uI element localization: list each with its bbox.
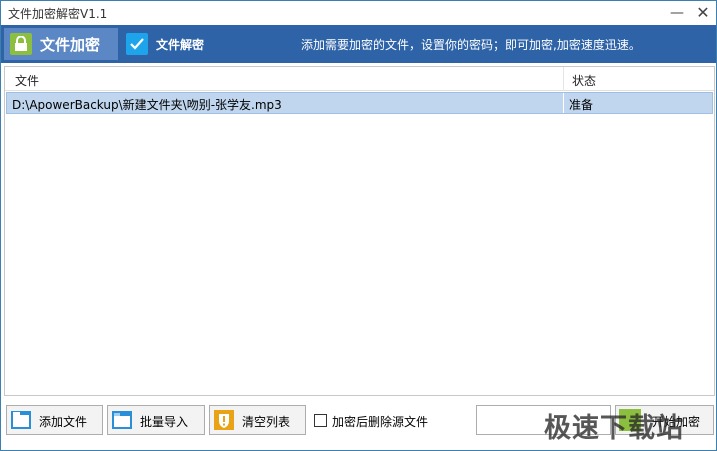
delete-source-label[interactable]: 加密后删除源文件 — [332, 413, 428, 430]
tab-decrypt-label: 文件解密 — [156, 38, 205, 52]
close-button[interactable]: ✕ — [693, 3, 713, 23]
watermark-text: 极速下载站 — [544, 413, 684, 444]
minimize-button[interactable]: — — [667, 3, 687, 23]
checkmark-icon — [126, 33, 148, 55]
warning-icon — [213, 409, 235, 431]
header-bar: 文件加密 文件解密 添加需要加密的文件，设置你的密码；即可加密,加密速度迅速。 — [1, 25, 716, 63]
tab-decrypt[interactable]: 文件解密 — [124, 28, 224, 60]
window-title: 文件加密解密V1.1 — [8, 7, 108, 21]
file-list[interactable]: 文件 状态 D:\ApowerBackup\新建文件夹\吻别-张学友.mp3 准… — [4, 66, 715, 396]
cell-divider — [563, 93, 564, 113]
tab-encrypt[interactable]: 文件加密 — [4, 28, 118, 60]
column-header-file[interactable]: 文件 — [15, 72, 39, 89]
folder-icon — [111, 409, 133, 431]
column-header-status[interactable]: 状态 — [572, 72, 596, 89]
cell-file-path: D:\ApowerBackup\新建文件夹\吻别-张学友.mp3 — [12, 98, 282, 112]
lock-icon — [10, 33, 32, 55]
add-file-icon — [10, 409, 32, 431]
title-bar: 文件加密解密V1.1 — ✕ — [1, 1, 716, 25]
header-hint: 添加需要加密的文件，设置你的密码；即可加密,加密速度迅速。 — [301, 38, 641, 52]
app-window: 文件加密解密V1.1 — ✕ 文件加密 文件解密 添加需要加密的文件，设置你的密… — [0, 0, 717, 451]
column-divider[interactable] — [563, 67, 564, 91]
clear-list-button[interactable]: 清空列表 — [209, 405, 306, 435]
batch-import-label: 批量导入 — [140, 415, 189, 429]
add-file-button[interactable]: 添加文件 — [6, 405, 103, 435]
tab-encrypt-label: 文件加密 — [40, 36, 101, 54]
clear-list-label: 清空列表 — [242, 415, 291, 429]
delete-source-checkbox[interactable] — [314, 414, 327, 427]
cell-status: 准备 — [569, 98, 594, 112]
watermark: 极速下载站 — [544, 404, 704, 444]
batch-import-button[interactable]: 批量导入 — [107, 405, 205, 435]
table-row[interactable]: D:\ApowerBackup\新建文件夹\吻别-张学友.mp3 准备 — [6, 92, 713, 114]
add-file-label: 添加文件 — [39, 415, 88, 429]
list-header: 文件 状态 — [5, 67, 714, 91]
